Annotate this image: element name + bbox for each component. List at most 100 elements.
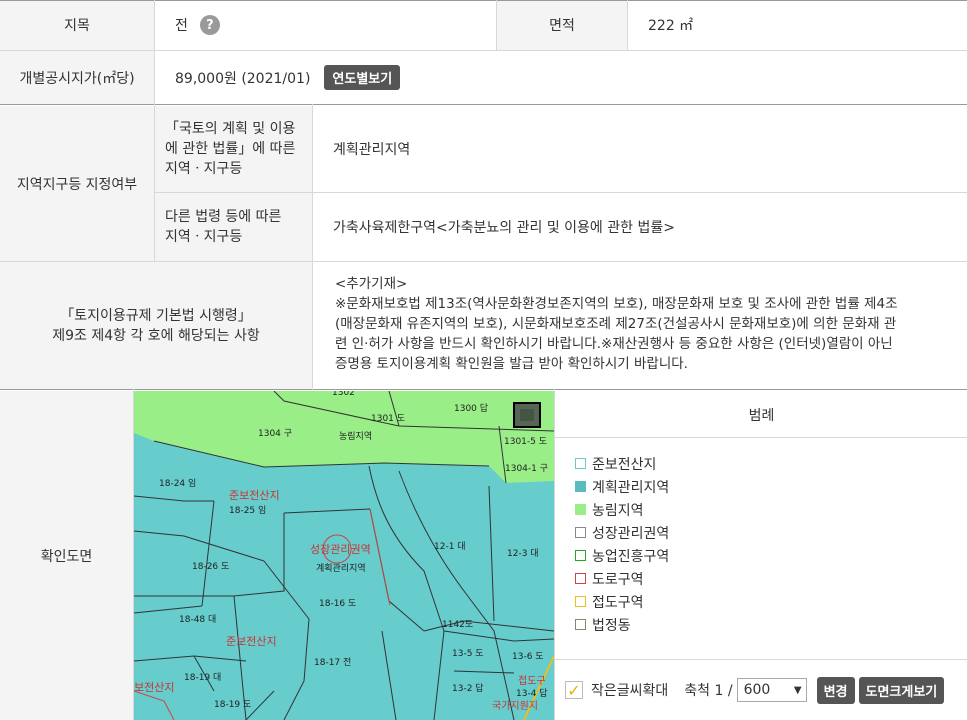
legend-label: 계획관리지역 — [592, 479, 670, 496]
rule-label-lines: 「토지이용규제 기본법 시행령」 제9조 제4항 각 호에 해당되는 사항 — [52, 306, 260, 346]
swatch-icon — [575, 550, 586, 561]
zone-sub1-lines: 「국토의 계획 및 이용 에 관한 법률」에 따른 지역ㆍ지구등 — [165, 119, 295, 179]
divider — [555, 659, 968, 660]
yearly-view-button[interactable]: 연도별보기 — [324, 65, 401, 90]
map-controls: ✓ 작은글씨확대 축척 1 / 600 ▼ 변경 도면크게보기 — [555, 660, 968, 720]
swatch-icon — [575, 504, 586, 515]
map-label: 18-19 도 — [214, 700, 251, 710]
map-label: 13-4 답 — [516, 687, 548, 699]
map-label: 성장관리권역 — [310, 543, 371, 556]
zone-sub1-label: 「국토의 계획 및 이용 에 관한 법률」에 따른 지역ㆍ지구등 — [155, 106, 312, 192]
rule-label-line2: 제9조 제4항 각 호에 해당되는 사항 — [52, 327, 260, 344]
map-label: 농림지역 — [339, 430, 372, 442]
label-rule: 「토지이용규제 기본법 시행령」 제9조 제4항 각 호에 해당되는 사항 — [0, 262, 312, 389]
zone-sub2-value-text: 가축사육제한구역<가축분뇨의 관리 및 이용에 관한 법률> — [333, 220, 675, 236]
chevron-down-icon: ▼ — [793, 684, 802, 696]
map-label: 18-25 임 — [229, 504, 266, 516]
zone-sub2-value: 가축사육제한구역<가축분뇨의 관리 및 이용에 관한 법률> — [313, 193, 968, 261]
divider — [627, 0, 628, 50]
zone-sub1-line1: 「국토의 계획 및 이용 — [165, 121, 296, 137]
divider — [496, 0, 497, 50]
map-label: 13-2 답 — [452, 682, 484, 694]
map-label: 국가지원지 — [492, 700, 538, 712]
divider — [0, 389, 968, 390]
jimok-label-text: 지목 — [64, 18, 90, 34]
divider — [312, 104, 313, 390]
change-button[interactable]: 변경 — [816, 676, 855, 704]
swatch-icon — [575, 481, 586, 492]
zone-sub2-label: 다른 법령 등에 따른 지역ㆍ지구등 — [155, 193, 312, 261]
small-text-checkbox[interactable]: ✓ — [565, 681, 583, 700]
label-zone: 지역지구등 지정여부 — [0, 106, 154, 261]
map-label: 1302 — [332, 391, 355, 398]
area-value-text: 222 ㎡ — [648, 18, 694, 34]
divider — [555, 437, 968, 438]
help-icon[interactable]: ? — [199, 15, 220, 35]
rule-value: <추가기재> ※문화재보호법 제13조(역사문화환경보존지역의 보호), 매장문… — [313, 262, 968, 389]
legend-item: 준보전산지 — [575, 452, 669, 475]
swatch-icon — [575, 619, 586, 630]
jimok-value: 전 ? — [155, 0, 496, 50]
map-label: 18-26 도 — [192, 562, 229, 572]
map-label: 1301 도 — [371, 414, 405, 424]
map-label: 18-16 도 — [319, 599, 356, 609]
area-label-text: 면적 — [549, 18, 575, 34]
map-label-text: 확인도면 — [40, 548, 93, 565]
legend-item: 계획관리지역 — [575, 475, 669, 498]
map-label: 18-24 임 — [159, 477, 196, 489]
zone-sub1-line3: 지역ㆍ지구등 — [165, 161, 243, 177]
legend-label: 성장관리권역 — [592, 525, 670, 542]
zone-sub1-line2: 에 관한 법률」에 따른 — [165, 141, 296, 157]
rule-text-block: <추가기재> ※문화재보호법 제13조(역사문화환경보존지역의 보호), 매장문… — [335, 274, 898, 374]
legend-title-text: 범례 — [748, 407, 775, 424]
legend-item: 농업진흥구역 — [575, 544, 669, 567]
scale-value: 600 — [743, 682, 771, 698]
map-label: 1300 답 — [454, 402, 488, 414]
legend-item: 법정동 — [575, 613, 669, 636]
parcel-map-svg[interactable]: 1302 1301 도 1300 답 1304 구 농림지역 1301-5 도 … — [134, 391, 554, 720]
map-label: 12-1 대 — [434, 541, 466, 552]
legend-label: 접도구역 — [592, 594, 644, 611]
divider — [155, 192, 968, 193]
zone-sub2-line1: 다른 법령 등에 따른 — [165, 209, 282, 225]
price-value-text: 89,000원 (2021/01) — [175, 70, 311, 87]
divider — [0, 0, 968, 1]
price-value: 89,000원 (2021/01) 연도별보기 — [155, 51, 968, 104]
jimok-value-text: 전 — [175, 18, 188, 34]
label-area: 면적 — [497, 0, 627, 50]
rule-line: ※문화재보호법 제13조(역사문화환경보존지역의 보호), 매장문화재 보호 및… — [335, 296, 898, 312]
map-label: 보전산지 — [134, 681, 174, 694]
scale-label: 축척 1 / — [684, 683, 733, 699]
scale-select[interactable]: 600 ▼ — [736, 678, 807, 702]
legend-label: 농림지역 — [592, 502, 644, 519]
legend-item: 성장관리권역 — [575, 521, 669, 544]
map-label: 18-48 대 — [179, 614, 216, 625]
parcel-map[interactable]: 1302 1301 도 1300 답 1304 구 농림지역 1301-5 도 … — [134, 391, 554, 720]
legend-label: 법정동 — [592, 617, 631, 634]
zone-sub1-value: 계획관리지역 — [313, 106, 968, 192]
divider — [554, 389, 555, 720]
zone-sub2-line2: 지역ㆍ지구등 — [165, 229, 243, 245]
map-label: 1304 구 — [258, 428, 292, 439]
map-label: 접도구 — [518, 675, 546, 687]
legend-label: 도로구역 — [592, 571, 644, 588]
divider — [133, 389, 134, 720]
map-label: 12-3 대 — [507, 548, 539, 559]
legend-item: 도로구역 — [575, 567, 669, 590]
label-jimok: 지목 — [0, 0, 154, 50]
selected-parcel-marker-inner — [520, 409, 534, 421]
rule-label-line1: 「토지이용규제 기본법 시행령」 — [60, 307, 252, 324]
map-label: 준보전산지 — [229, 489, 280, 502]
divider — [0, 104, 968, 105]
map-label: 준보전산지 — [226, 635, 277, 648]
map-label: 18-17 전 — [314, 657, 351, 668]
zone-sub1-value-text: 계획관리지역 — [333, 142, 411, 158]
legend-item: 접도구역 — [575, 590, 669, 613]
price-label-text: 개별공시지가(㎡당) — [19, 70, 135, 87]
small-text-label: 작은글씨확대 — [591, 683, 669, 699]
rule-line: 련 인·허가 사항을 반드시 확인하시기 바랍니다.※재산권행사 등 중요한 사… — [335, 336, 893, 352]
enlarge-map-button[interactable]: 도면크게보기 — [858, 676, 945, 704]
legend-title: 범례 — [555, 391, 968, 438]
divider — [0, 50, 968, 51]
label-map: 확인도면 — [0, 391, 133, 720]
